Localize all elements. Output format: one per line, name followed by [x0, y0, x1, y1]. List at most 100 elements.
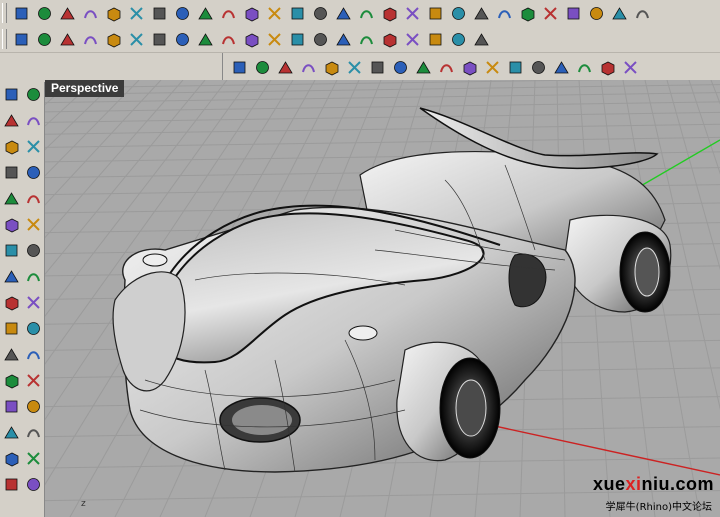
circle-icon[interactable] [1, 136, 22, 157]
four-views-icon[interactable] [379, 3, 400, 24]
toolbar-grip[interactable] [2, 3, 7, 23]
car-icon[interactable] [402, 3, 423, 24]
open-folder-icon[interactable] [34, 3, 55, 24]
flow-icon[interactable] [390, 57, 411, 78]
shade-icon[interactable] [540, 3, 561, 24]
patch-icon[interactable] [367, 57, 388, 78]
notes-icon[interactable] [574, 57, 595, 78]
color-wheel-icon[interactable] [563, 3, 584, 24]
cube-2-icon[interactable] [344, 57, 365, 78]
zoom-selected-icon[interactable] [333, 3, 354, 24]
sphere-display-icon[interactable] [586, 3, 607, 24]
curve-2-icon[interactable] [23, 188, 44, 209]
osnap-icon[interactable] [471, 3, 492, 24]
network-icon[interactable] [126, 29, 147, 50]
curve-icon[interactable] [1, 188, 22, 209]
cylinder-b-icon[interactable] [252, 57, 273, 78]
render-icon[interactable] [287, 29, 308, 50]
dim-icon[interactable] [218, 29, 239, 50]
curve-tools-icon[interactable] [149, 29, 170, 50]
texture-icon[interactable] [505, 57, 526, 78]
solid-icon[interactable] [1, 266, 22, 287]
bend-icon[interactable] [1, 422, 22, 443]
rect-2-icon[interactable] [23, 162, 44, 183]
blend-icon[interactable] [172, 29, 193, 50]
line-icon[interactable] [23, 84, 44, 105]
cylinder-icon[interactable] [103, 29, 124, 50]
star-icon[interactable] [597, 57, 618, 78]
arc-icon[interactable] [23, 110, 44, 131]
save-icon[interactable] [57, 3, 78, 24]
extrude-icon[interactable] [34, 29, 55, 50]
polyline-icon[interactable] [1, 110, 22, 131]
surface-corner-icon[interactable] [11, 29, 32, 50]
camera-icon[interactable] [471, 29, 492, 50]
mirror-icon[interactable] [1, 396, 22, 417]
mesh-icon[interactable] [1, 318, 22, 339]
grid-icon[interactable] [23, 474, 44, 495]
rect-icon[interactable] [1, 162, 22, 183]
explode-icon[interactable] [23, 318, 44, 339]
mesh-icon[interactable] [528, 57, 549, 78]
rail-icon[interactable] [436, 57, 457, 78]
cube-icon[interactable] [321, 57, 342, 78]
solid-2-icon[interactable] [23, 266, 44, 287]
new-file-icon[interactable] [11, 3, 32, 24]
trim-icon[interactable] [23, 448, 44, 469]
viewport-title-tab[interactable]: Perspective [45, 80, 125, 97]
pipe-icon[interactable] [264, 29, 285, 50]
points-icon[interactable] [551, 57, 572, 78]
point-icon[interactable] [1, 84, 22, 105]
loft-icon[interactable] [413, 57, 434, 78]
curvature-icon[interactable] [425, 29, 446, 50]
transform-icon[interactable] [241, 29, 262, 50]
spectrum-icon[interactable] [333, 29, 354, 50]
cylinder-a-icon[interactable] [229, 57, 250, 78]
surface-2-icon[interactable] [23, 240, 44, 261]
zoom-icon[interactable] [264, 3, 285, 24]
cube-3d-icon[interactable] [620, 57, 641, 78]
surface-icon[interactable] [1, 240, 22, 261]
fillet-curve-icon[interactable] [1, 214, 22, 235]
plane-2-icon[interactable] [298, 57, 319, 78]
cut-icon[interactable] [126, 3, 147, 24]
box-edit-icon[interactable] [80, 29, 101, 50]
join-icon[interactable] [1, 448, 22, 469]
light-icon[interactable] [494, 3, 515, 24]
fillet-icon[interactable] [195, 29, 216, 50]
paste-icon[interactable] [172, 3, 193, 24]
color-sphere-icon[interactable] [356, 29, 377, 50]
object-props-icon[interactable] [609, 3, 630, 24]
array-icon[interactable] [310, 29, 331, 50]
swatch-icon[interactable] [448, 29, 469, 50]
help-icon[interactable] [632, 3, 653, 24]
grid-icon[interactable] [425, 3, 446, 24]
sweep-icon[interactable] [459, 57, 480, 78]
pan-hand-icon[interactable] [218, 3, 239, 24]
circle-2-icon[interactable] [23, 136, 44, 157]
sphere-icon[interactable] [57, 29, 78, 50]
move-arrows-icon[interactable] [241, 3, 262, 24]
boolean-icon[interactable] [23, 292, 44, 313]
copy-icon[interactable] [23, 344, 44, 365]
toolbar-grip[interactable] [2, 29, 7, 49]
lock-icon[interactable] [517, 3, 538, 24]
extrude-icon[interactable] [1, 292, 22, 313]
array-icon[interactable] [23, 396, 44, 417]
rotate-icon[interactable] [1, 370, 22, 391]
layers-icon[interactable] [402, 29, 423, 50]
analyze-icon[interactable] [1, 474, 22, 495]
point-icon[interactable] [448, 3, 469, 24]
move-icon[interactable] [1, 344, 22, 365]
undo-icon[interactable] [195, 3, 216, 24]
rotate-view-icon[interactable] [356, 3, 377, 24]
material-icon[interactable] [379, 29, 400, 50]
twist-icon[interactable] [23, 422, 44, 443]
scale-icon[interactable] [23, 370, 44, 391]
print-icon[interactable] [80, 3, 101, 24]
copy-icon[interactable] [149, 3, 170, 24]
offset-icon[interactable] [23, 214, 44, 235]
import-icon[interactable] [103, 3, 124, 24]
rebuild-icon[interactable] [482, 57, 503, 78]
zoom-extents-icon[interactable] [310, 3, 331, 24]
